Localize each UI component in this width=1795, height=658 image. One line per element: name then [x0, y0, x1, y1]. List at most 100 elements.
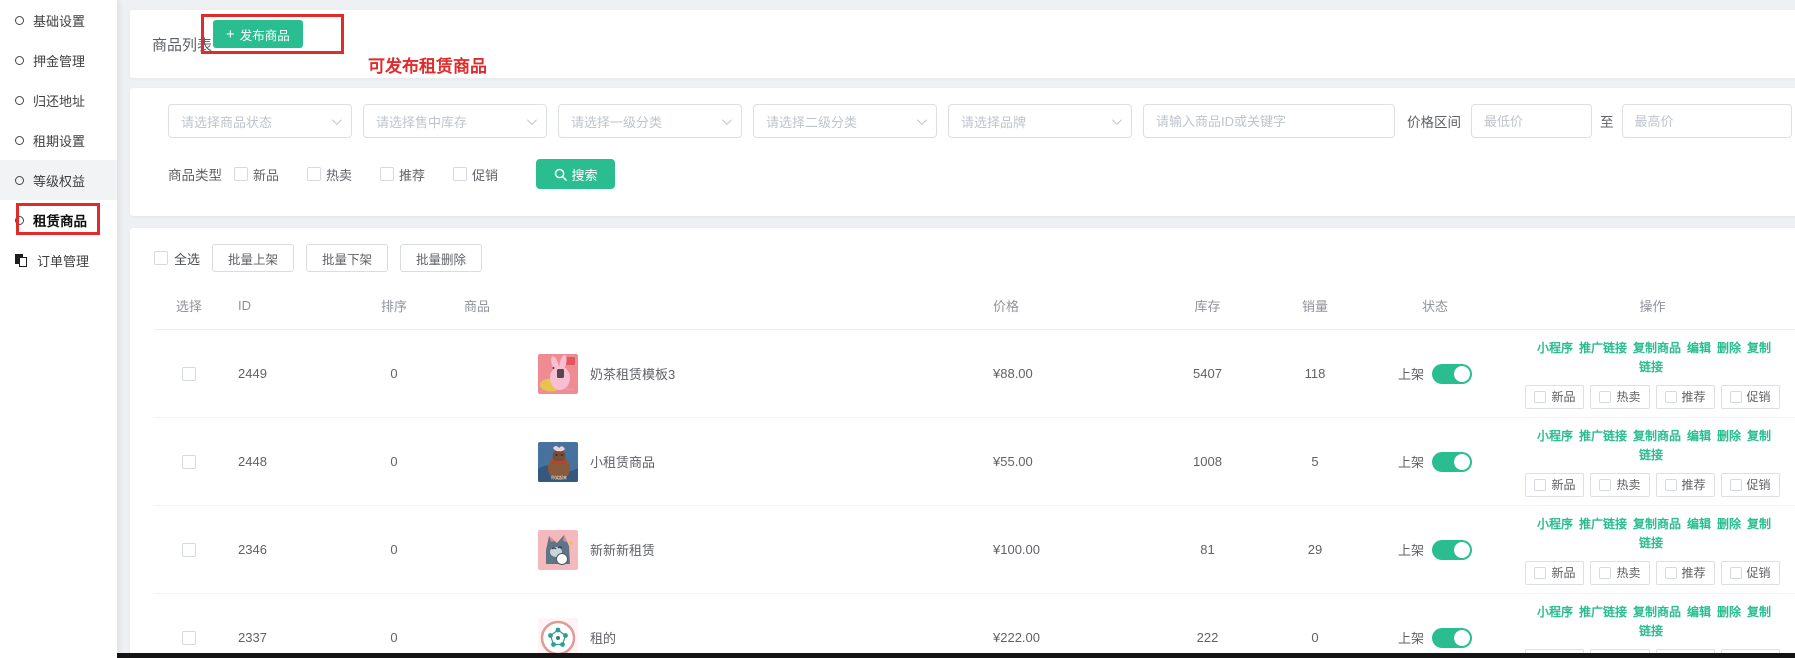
batch-button-1[interactable]: 批量上架	[212, 244, 294, 272]
select-all[interactable]: 全选	[154, 249, 200, 268]
action-link-edit[interactable]: 编辑	[1687, 605, 1711, 619]
type-checkbox-1[interactable]: 新品	[234, 165, 279, 184]
action-link-promotion-link[interactable]: 推广链接	[1579, 429, 1627, 443]
filter-select-2[interactable]: 请选择售中库存	[363, 104, 547, 138]
row-checkbox[interactable]	[182, 543, 196, 557]
status-toggle[interactable]	[1432, 452, 1472, 472]
select-all-checkbox[interactable]	[154, 251, 168, 265]
action-link-promotion-link[interactable]: 推广链接	[1579, 605, 1627, 619]
action-link-edit[interactable]: 编辑	[1687, 341, 1711, 355]
status-toggle[interactable]	[1432, 540, 1472, 560]
type-checkbox-3[interactable]: 推荐	[380, 165, 425, 184]
action-link-miniprogram[interactable]: 小程序	[1537, 605, 1573, 619]
sidebar-item-1[interactable]: 基础设置	[0, 0, 117, 40]
action-link-delete[interactable]: 删除	[1717, 517, 1741, 531]
batch-button-2[interactable]: 批量下架	[306, 244, 388, 272]
sidebar-item-5[interactable]: 等级权益	[0, 160, 117, 200]
action-link-edit[interactable]: 编辑	[1687, 429, 1711, 443]
app-window: 基础设置押金管理归还地址租期设置等级权益租赁商品订单管理 商品列表 + 发布商品…	[0, 0, 1795, 658]
sidebar-item-4[interactable]: 租期设置	[0, 120, 117, 160]
tag-toggle-1[interactable]: 新品	[1525, 473, 1584, 497]
checkbox-icon[interactable]	[1534, 391, 1546, 403]
type-checkbox-4[interactable]: 促销	[453, 165, 498, 184]
action-link-copy-product[interactable]: 复制商品	[1633, 517, 1681, 531]
tag-label: 热卖	[1616, 564, 1640, 581]
tag-toggle-1[interactable]: 新品	[1525, 385, 1584, 409]
type-checkbox-2[interactable]: 热卖	[307, 165, 352, 184]
action-link-delete[interactable]: 删除	[1717, 429, 1741, 443]
checkbox-icon[interactable]	[1665, 567, 1677, 579]
action-link-miniprogram[interactable]: 小程序	[1537, 517, 1573, 531]
product-image: 你笑起来	[538, 442, 578, 482]
publish-product-button[interactable]: + 发布商品	[213, 20, 303, 48]
table-row: 2448 0 你笑起来 小租赁商品 ¥55.00 1008 5 上架 小程序推广…	[154, 418, 1795, 506]
checkbox-icon[interactable]	[1665, 479, 1677, 491]
checkbox-icon[interactable]	[1665, 391, 1677, 403]
type-checkbox-label: 热卖	[326, 165, 352, 184]
checkbox-icon[interactable]	[307, 167, 321, 181]
tag-label: 推荐	[1682, 476, 1706, 493]
price-max-input[interactable]	[1622, 104, 1792, 138]
action-link-delete[interactable]: 删除	[1717, 341, 1741, 355]
filter-select-3[interactable]: 请选择一级分类	[558, 104, 742, 138]
tag-toggle-1[interactable]: 新品	[1525, 561, 1584, 585]
sidebar-item-label: 归还地址	[33, 91, 85, 110]
price-min-input[interactable]	[1471, 104, 1592, 138]
action-link-copy-product[interactable]: 复制商品	[1633, 341, 1681, 355]
checkbox-icon[interactable]	[1730, 479, 1742, 491]
tag-toggle-3[interactable]: 推荐	[1656, 385, 1715, 409]
product-price: ¥88.00	[975, 366, 1150, 381]
sidebar-item-2[interactable]: 押金管理	[0, 40, 117, 80]
checkbox-icon[interactable]	[1534, 567, 1546, 579]
checkbox-icon[interactable]	[380, 167, 394, 181]
row-checkbox[interactable]	[182, 455, 196, 469]
tag-toggle-2[interactable]: 热卖	[1590, 473, 1649, 497]
row-checkbox[interactable]	[182, 367, 196, 381]
checkbox-icon[interactable]	[1599, 391, 1611, 403]
action-link-copy-product[interactable]: 复制商品	[1633, 605, 1681, 619]
sidebar-item-7[interactable]: 订单管理	[0, 240, 117, 280]
checkbox-icon[interactable]	[1730, 567, 1742, 579]
tag-toggle-4[interactable]: 促销	[1721, 473, 1780, 497]
product-table-panel: 全选 批量上架批量下架批量删除 选择ID排序商品价格库存销量状态操作 2449 …	[130, 228, 1795, 658]
tag-buttons: 新品 热卖推荐 促销	[1525, 561, 1779, 585]
checkbox-icon[interactable]	[453, 167, 467, 181]
circle-icon	[15, 176, 24, 185]
tag-toggle-3[interactable]: 推荐	[1656, 473, 1715, 497]
action-link-miniprogram[interactable]: 小程序	[1537, 341, 1573, 355]
product-sales: 5	[1265, 454, 1365, 469]
checkbox-icon[interactable]	[1534, 479, 1546, 491]
sidebar-item-3[interactable]: 归还地址	[0, 80, 117, 120]
keyword-input[interactable]	[1143, 104, 1395, 138]
tag-toggle-4[interactable]: 促销	[1721, 385, 1780, 409]
product-sort: 0	[334, 630, 454, 645]
filter-select-4[interactable]: 请选择二级分类	[753, 104, 937, 138]
tag-toggle-3[interactable]: 推荐	[1656, 561, 1715, 585]
tag-toggle-4[interactable]: 促销	[1721, 561, 1780, 585]
action-link-copy-product[interactable]: 复制商品	[1633, 429, 1681, 443]
status-toggle[interactable]	[1432, 628, 1472, 648]
action-link-promotion-link[interactable]: 推广链接	[1579, 341, 1627, 355]
action-link-miniprogram[interactable]: 小程序	[1537, 429, 1573, 443]
tag-label: 促销	[1747, 564, 1771, 581]
tag-label: 推荐	[1682, 388, 1706, 405]
search-button[interactable]: 搜索	[536, 159, 615, 189]
action-link-delete[interactable]: 删除	[1717, 605, 1741, 619]
row-checkbox[interactable]	[182, 631, 196, 645]
tag-toggle-2[interactable]: 热卖	[1590, 561, 1649, 585]
tag-label: 新品	[1551, 388, 1575, 405]
price-range-label: 价格区间	[1407, 111, 1461, 131]
action-link-promotion-link[interactable]: 推广链接	[1579, 517, 1627, 531]
checkbox-icon[interactable]	[234, 167, 248, 181]
batch-button-3[interactable]: 批量删除	[400, 244, 482, 272]
checkbox-icon[interactable]	[1599, 567, 1611, 579]
checkbox-icon[interactable]	[1730, 391, 1742, 403]
filter-select-1[interactable]: 请选择商品状态	[168, 104, 352, 138]
action-link-edit[interactable]: 编辑	[1687, 517, 1711, 531]
filter-select-5[interactable]: 请选择品牌	[948, 104, 1132, 138]
tag-toggle-2[interactable]: 热卖	[1590, 385, 1649, 409]
status-toggle[interactable]	[1432, 364, 1472, 384]
checkbox-icon[interactable]	[1599, 479, 1611, 491]
sidebar-item-6[interactable]: 租赁商品	[0, 200, 117, 240]
status-label: 上架	[1398, 452, 1424, 471]
